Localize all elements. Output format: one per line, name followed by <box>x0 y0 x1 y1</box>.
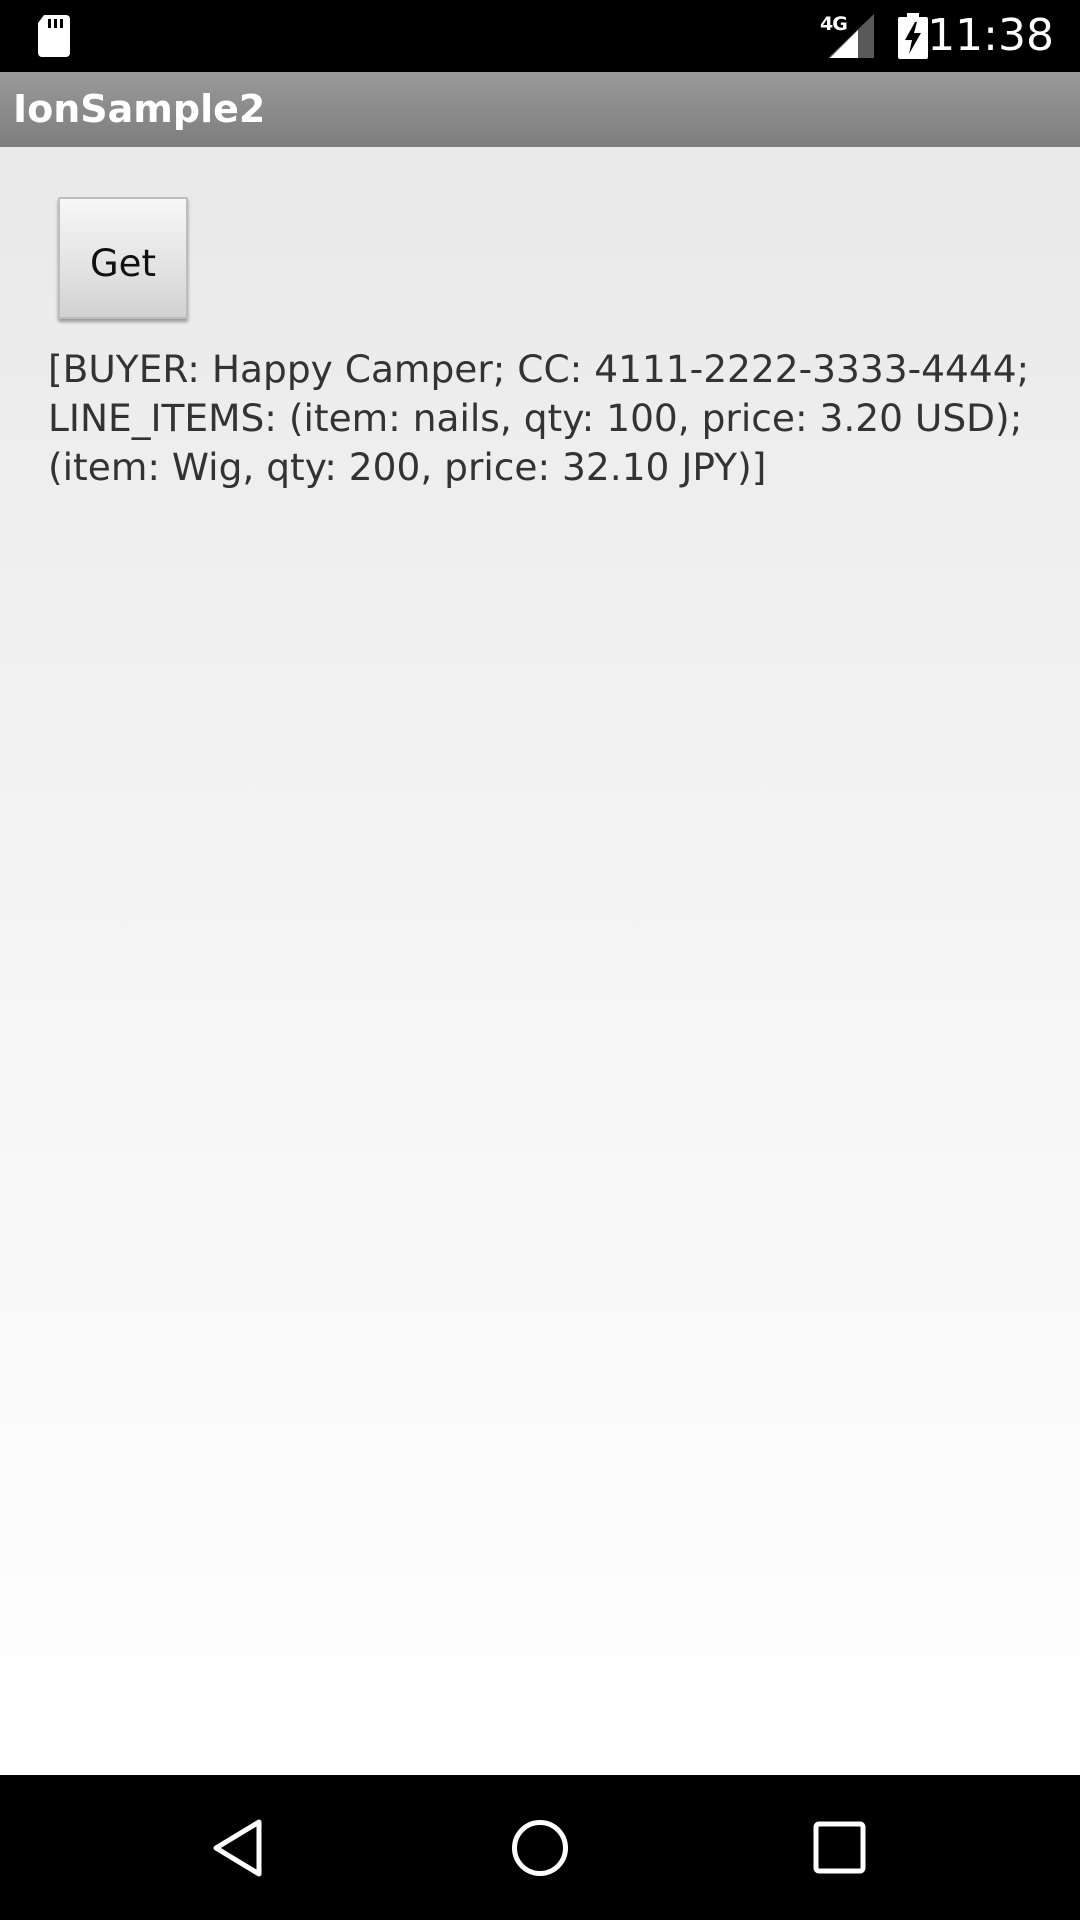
status-clock: 11:38 <box>927 10 1054 61</box>
back-icon <box>213 1819 262 1876</box>
get-button[interactable]: Get <box>58 197 188 319</box>
nav-back-button[interactable] <box>140 1775 340 1920</box>
main-content: Get [BUYER: Happy Camper; CC: 4111-2222-… <box>0 147 1080 1775</box>
app-title: IonSample2 <box>13 87 266 131</box>
navigation-bar <box>0 1775 1080 1920</box>
home-icon <box>512 1819 568 1876</box>
nav-home-button[interactable] <box>440 1775 640 1920</box>
cellular-signal-icon <box>828 14 874 58</box>
result-text: [BUYER: Happy Camper; CC: 4111-2222-3333… <box>48 347 1030 489</box>
status-bar: 4G 11:38 <box>0 0 1080 72</box>
battery-charging-icon <box>898 13 928 59</box>
nav-recents-button[interactable] <box>740 1775 940 1920</box>
recents-icon <box>813 1821 866 1873</box>
action-bar: IonSample2 <box>0 72 1080 147</box>
phone-screen: 4G 11:38 IonSample2 Get [BUYER: Happy Ca… <box>0 0 1080 1920</box>
sd-card-icon <box>38 15 70 57</box>
